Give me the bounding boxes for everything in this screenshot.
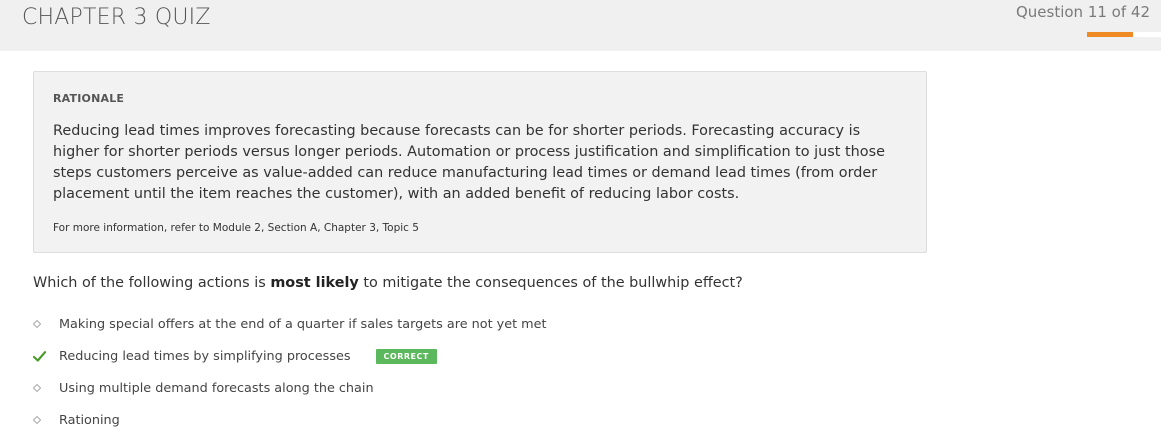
rationale-text: Reducing lead times improves forecasting… xyxy=(53,123,885,202)
rationale-heading: RATIONALE xyxy=(53,92,125,105)
quiz-header: CHAPTER 3 QUIZ Question 11 of 42 xyxy=(0,0,1161,51)
answer-option[interactable]: Making special offers at the end of a qu… xyxy=(33,314,547,334)
question-text: Which of the following actions is most l… xyxy=(33,275,743,291)
question-prefix: Which of the following actions is xyxy=(33,275,271,291)
answer-option-label: Using multiple demand forecasts along th… xyxy=(59,380,374,396)
diamond-bullet-icon xyxy=(33,416,59,424)
rationale-panel: RATIONALE Reducing lead times improves f… xyxy=(33,71,927,253)
answer-option-label: Reducing lead times by simplifying proce… xyxy=(59,348,351,364)
answer-option-label: Making special offers at the end of a qu… xyxy=(59,316,547,332)
correct-badge: CORRECT xyxy=(375,348,437,364)
answer-option[interactable]: Rationing xyxy=(33,410,120,430)
question-suffix: to mitigate the consequences of the bull… xyxy=(358,275,743,291)
diamond-bullet-icon xyxy=(33,384,59,392)
answer-option-label: Rationing xyxy=(59,412,120,428)
checkmark-icon xyxy=(33,350,59,362)
rationale-reference: For more information, refer to Module 2,… xyxy=(53,222,419,234)
question-emphasis: most likely xyxy=(270,275,359,291)
progress-bar-fill xyxy=(1087,32,1133,37)
progress-bar xyxy=(1087,32,1161,37)
question-counter: Question 11 of 42 xyxy=(1015,3,1150,21)
answer-option[interactable]: Using multiple demand forecasts along th… xyxy=(33,378,374,398)
answer-option-correct[interactable]: Reducing lead times by simplifying proce… xyxy=(33,346,437,366)
quiz-title: CHAPTER 3 QUIZ xyxy=(22,5,211,30)
diamond-bullet-icon xyxy=(33,320,59,328)
